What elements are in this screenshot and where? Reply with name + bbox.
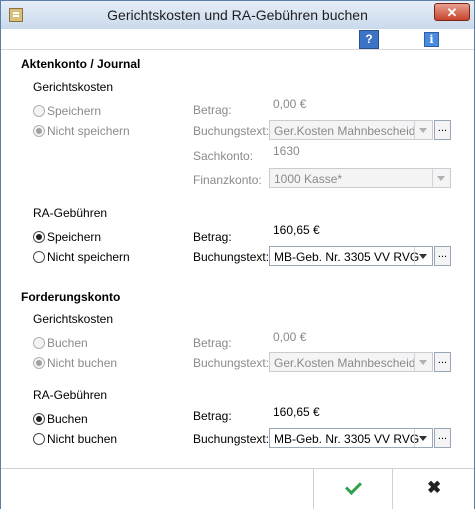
- betrag-value: 0,00 €: [273, 97, 307, 111]
- radio-label-ra-nicht-buchen: Nicht buchen: [47, 432, 118, 446]
- radio-label-ra-nicht-speichern: Nicht speichern: [47, 250, 130, 264]
- radio-ra-nicht-buchen[interactable]: [33, 433, 45, 445]
- group-label-ra-gebuehren: RA-Gebühren: [33, 388, 108, 402]
- sachkonto-value: 1630: [273, 144, 300, 158]
- radio-ra-nicht-speichern[interactable]: [33, 251, 45, 263]
- buchungstext-combo-gk-forderung[interactable]: Ger.Kosten Mahnbescheid: [269, 352, 433, 372]
- buchungstext-label: Buchungstext:: [193, 250, 270, 264]
- buchungstext-combo-gk-akten[interactable]: Ger.Kosten Mahnbescheid: [269, 120, 433, 140]
- radio-label-gk-nicht-buchen: Nicht buchen: [47, 356, 118, 370]
- ok-button[interactable]: [313, 469, 393, 509]
- combo-value: MB-Geb. Nr. 3305 VV RVG: [274, 432, 420, 446]
- radio-gk-nicht-buchen[interactable]: [33, 357, 45, 369]
- info-icon[interactable]: i: [424, 32, 439, 47]
- help-icon[interactable]: ?: [359, 30, 379, 49]
- browse-button[interactable]: ...: [434, 246, 451, 266]
- window-title: Gerichtskosten und RA-Gebühren buchen: [107, 7, 368, 23]
- betrag-label: Betrag:: [193, 409, 232, 423]
- group-label-gerichtskosten: Gerichtskosten: [33, 80, 114, 94]
- toolbar: ? i: [1, 29, 474, 50]
- buchungstext-label: Buchungstext:: [193, 432, 270, 446]
- combo-value: Ger.Kosten Mahnbescheid: [274, 356, 416, 370]
- chevron-down-icon[interactable]: [414, 429, 432, 447]
- buchungstext-label: Buchungstext:: [193, 356, 270, 370]
- checkmark-icon: [345, 478, 362, 495]
- combo-value: MB-Geb. Nr. 3305 VV RVG: [274, 250, 420, 264]
- betrag-value: 0,00 €: [273, 330, 307, 344]
- radio-label-gk-nicht-speichern: Nicht speichern: [47, 124, 130, 138]
- radio-ra-buchen[interactable]: [33, 413, 45, 425]
- cancel-button[interactable]: ✖: [393, 469, 474, 509]
- buchungstext-combo-ra-akten[interactable]: MB-Geb. Nr. 3305 VV RVG: [269, 246, 433, 266]
- combo-value: Ger.Kosten Mahnbescheid: [274, 124, 416, 138]
- button-bar: ✖: [1, 468, 474, 509]
- radio-label-gk-buchen: Buchen: [47, 336, 88, 350]
- betrag-label: Betrag:: [193, 230, 232, 244]
- group-label-ra-gebuehren: RA-Gebühren: [33, 206, 108, 220]
- radio-label-ra-speichern: Speichern: [47, 230, 102, 244]
- chevron-down-icon[interactable]: [414, 353, 432, 371]
- radio-label-gk-speichern: Speichern: [47, 104, 102, 118]
- section-heading-aktenkonto: Aktenkonto / Journal: [21, 57, 141, 71]
- title-bar: Gerichtskosten und RA-Gebühren buchen ✕: [1, 1, 474, 30]
- radio-gk-speichern[interactable]: [33, 105, 45, 117]
- betrag-label: Betrag:: [193, 103, 232, 117]
- betrag-value: 160,65 €: [273, 405, 320, 419]
- betrag-label: Betrag:: [193, 336, 232, 350]
- close-window-button[interactable]: ✕: [434, 3, 470, 21]
- browse-button[interactable]: ...: [434, 428, 451, 448]
- chevron-down-icon[interactable]: [414, 121, 432, 139]
- betrag-value: 160,65 €: [273, 223, 320, 237]
- section-heading-forderungskonto: Forderungskonto: [21, 290, 121, 304]
- radio-ra-speichern[interactable]: [33, 231, 45, 243]
- finanzkonto-combo[interactable]: 1000 Kasse*: [269, 168, 451, 188]
- radio-gk-buchen[interactable]: [33, 337, 45, 349]
- dialog-window: Gerichtskosten und RA-Gebühren buchen ✕ …: [0, 0, 475, 509]
- browse-button[interactable]: ...: [434, 120, 451, 140]
- buchungstext-combo-ra-forderung[interactable]: MB-Geb. Nr. 3305 VV RVG: [269, 428, 433, 448]
- finanzkonto-label: Finanzkonto:: [193, 173, 262, 187]
- chevron-down-icon[interactable]: [432, 169, 450, 187]
- chevron-down-icon[interactable]: [414, 247, 432, 265]
- combo-value: 1000 Kasse*: [274, 172, 343, 186]
- radio-label-ra-buchen: Buchen: [47, 412, 88, 426]
- buchungstext-label: Buchungstext:: [193, 124, 270, 138]
- close-icon: ✖: [427, 478, 442, 497]
- group-label-gerichtskosten: Gerichtskosten: [33, 312, 114, 326]
- radio-gk-nicht-speichern[interactable]: [33, 125, 45, 137]
- browse-button[interactable]: ...: [434, 352, 451, 372]
- sachkonto-label: Sachkonto:: [193, 149, 254, 163]
